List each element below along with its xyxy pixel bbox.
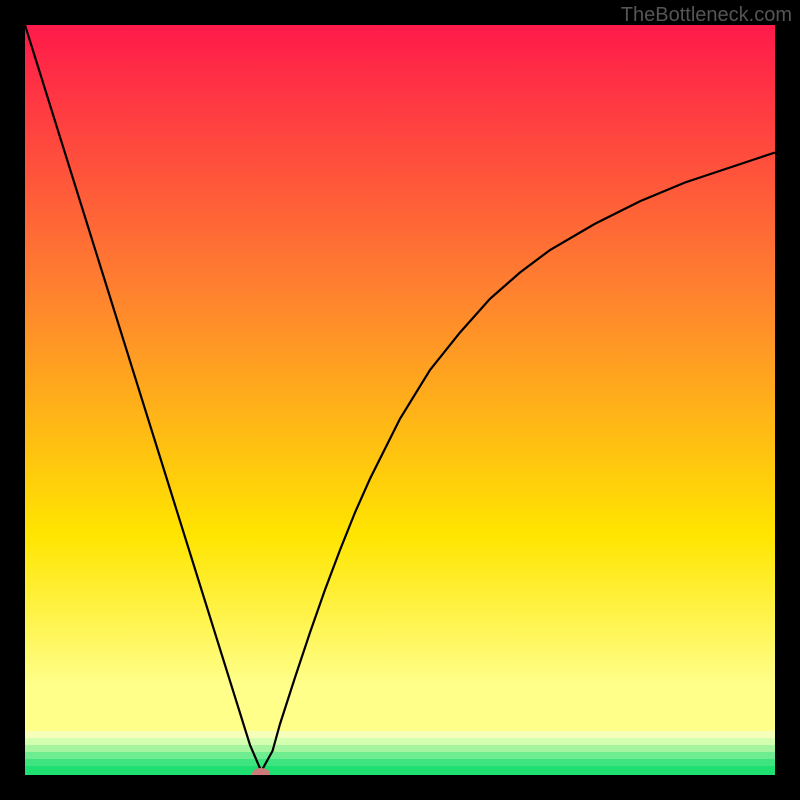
bottleneck-curve	[25, 25, 775, 775]
watermark-text: TheBottleneck.com	[621, 4, 792, 27]
marker-dot	[252, 768, 270, 776]
chart-frame	[25, 25, 775, 775]
